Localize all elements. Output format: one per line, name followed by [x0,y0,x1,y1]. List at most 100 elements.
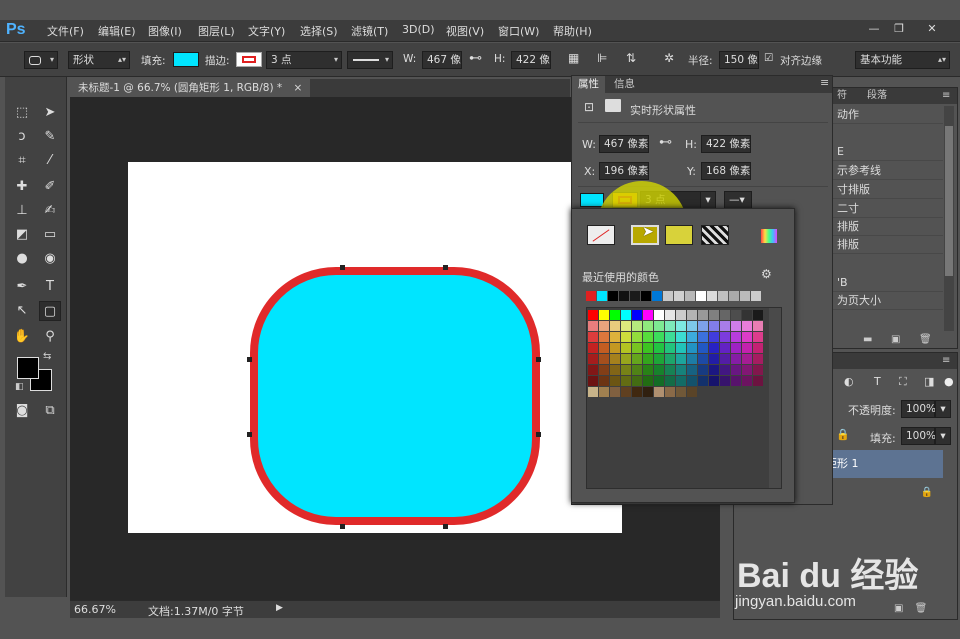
rounded-rectangle-shape[interactable] [250,267,540,525]
menu-window[interactable]: 窗口(W) [498,23,539,39]
list-item[interactable]: 排版 [833,218,943,236]
anchor-point[interactable] [443,524,448,529]
palette-swatch[interactable] [599,321,609,331]
chevron-down-icon[interactable]: ▾ [935,400,951,418]
palette-swatch[interactable] [588,332,598,342]
palette-swatch[interactable] [588,365,598,375]
workspace-select[interactable]: 基本功能 ▴▾ [855,51,950,69]
palette-swatch[interactable] [621,321,631,331]
color-picker-icon[interactable] [761,229,777,243]
palette-swatch[interactable] [687,310,697,320]
anchor-point[interactable] [443,265,448,270]
tab-character[interactable]: 符 [837,88,847,104]
palette-swatch[interactable] [709,321,719,331]
palette-swatch[interactable] [632,387,642,397]
recent-color-swatch[interactable] [751,291,761,301]
palette-swatch[interactable] [698,321,708,331]
recent-color-swatch[interactable] [707,291,717,301]
palette-swatch[interactable] [720,376,730,386]
palette-swatch[interactable] [720,387,730,397]
tool-preset-picker[interactable]: ▾ [24,51,58,69]
trash-icon[interactable]: 🗑 [915,603,928,614]
palette-swatch[interactable] [643,365,653,375]
tab-info[interactable]: 信息 [608,76,641,93]
zoom-level[interactable]: 66.67% [74,603,116,616]
crop-tool-icon[interactable]: ⌗ [11,151,33,171]
palette-swatch[interactable] [676,354,686,364]
palette-swatch[interactable] [753,376,763,386]
palette-swatch[interactable] [720,354,730,364]
quick-mask-icon[interactable]: ◙ [11,401,33,421]
palette-swatch[interactable] [610,343,620,353]
folder-icon[interactable]: ▬ [863,334,872,345]
palette-swatch[interactable] [742,354,752,364]
palette-swatch[interactable] [654,354,664,364]
palette-swatch[interactable] [621,332,631,342]
palette-swatch[interactable] [709,365,719,375]
align-edges-checkbox[interactable]: ☑ [764,52,773,64]
palette-swatch[interactable] [632,365,642,375]
recent-color-swatch[interactable] [641,291,651,301]
palette-swatch[interactable] [676,365,686,375]
menu-image[interactable]: 图像(I) [148,23,182,39]
palette-swatch[interactable] [643,321,653,331]
palette-swatch[interactable] [665,321,675,331]
blur-tool-icon[interactable]: ● [11,249,33,269]
palette-swatch[interactable] [753,365,763,375]
recent-color-swatch[interactable] [663,291,673,301]
recent-color-swatch[interactable] [718,291,728,301]
menu-edit[interactable]: 编辑(E) [98,23,136,39]
list-item[interactable]: 动作 [833,106,943,124]
panel-menu-icon[interactable]: ≡ [820,76,829,89]
recent-color-swatch[interactable] [608,291,618,301]
palette-swatch[interactable] [687,321,697,331]
recent-color-swatch[interactable] [696,291,706,301]
menu-type[interactable]: 文字(Y) [248,23,285,39]
palette-swatch[interactable] [643,332,653,342]
palette-swatch[interactable] [731,332,741,342]
palette-swatch[interactable] [698,332,708,342]
stroke-type-select[interactable]: ▾ [347,51,393,69]
gear-icon[interactable]: ⚙ [761,267,772,281]
anchor-point[interactable] [340,265,345,270]
palette-swatch[interactable] [588,310,598,320]
list-item[interactable]: 二寸 [833,200,943,218]
palette-swatch[interactable] [654,387,664,397]
swap-colors-icon[interactable]: ⇆ [43,351,51,362]
palette-swatch[interactable] [654,343,664,353]
recent-color-swatch[interactable] [674,291,684,301]
stroke-color-swatch[interactable] [236,52,262,67]
panel-menu-icon[interactable]: ≡ [942,88,950,104]
palette-swatch[interactable] [753,321,763,331]
fill-color-swatch[interactable] [580,193,604,207]
recent-color-swatch[interactable] [652,291,662,301]
shape-filter-icon[interactable]: ⛶ [899,375,907,389]
menu-filter[interactable]: 滤镜(T) [351,23,388,39]
eraser-tool-icon[interactable]: ◩ [11,225,33,245]
palette-swatch[interactable] [753,343,763,353]
type-filter-icon[interactable]: T [874,375,881,388]
height-input[interactable]: 422 像素 [511,51,551,69]
palette-swatch[interactable] [643,354,653,364]
palette-swatch[interactable] [687,376,697,386]
palette-swatch[interactable] [643,343,653,353]
tab-properties[interactable]: 属性 [572,76,605,93]
hand-tool-icon[interactable]: ✋ [11,327,33,347]
palette-swatch[interactable] [698,376,708,386]
palette-swatch[interactable] [632,321,642,331]
smart-filter-icon[interactable]: ◨ [924,375,934,388]
quick-select-tool-icon[interactable]: ✎ [39,127,61,147]
foreground-color-swatch[interactable] [17,357,39,379]
palette-swatch[interactable] [676,321,686,331]
palette-swatch[interactable] [599,376,609,386]
palette-swatch[interactable] [621,387,631,397]
palette-swatch[interactable] [720,332,730,342]
palette-swatch[interactable] [599,332,609,342]
default-colors-icon[interactable]: ◧ [15,382,24,392]
close-tab-icon[interactable]: × [294,82,303,94]
palette-swatch[interactable] [621,310,631,320]
palette-swatch[interactable] [709,376,719,386]
type-tool-icon[interactable]: T [39,277,61,297]
palette-swatch[interactable] [687,343,697,353]
clone-stamp-icon[interactable]: ⊥ [11,201,33,221]
